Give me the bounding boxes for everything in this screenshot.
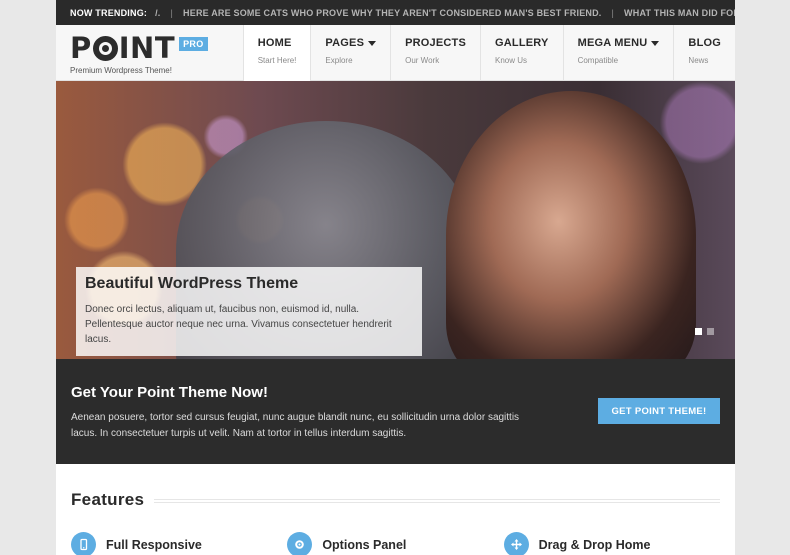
logo-wordmark[interactable]: P INT [70,34,175,63]
features-section: Features Full Responsive Options Panel D… [56,464,735,555]
heading-divider [154,499,720,503]
trending-item[interactable]: /. [155,8,160,18]
feature-label: Drag & Drop Home [538,537,651,552]
trending-separator: | [611,7,615,18]
main-nav: HOME Start Here! PAGES Explore PROJECTS … [242,25,735,81]
feature-item: Options Panel [287,532,503,555]
slider-dot[interactable] [707,328,714,335]
slider-dot-active[interactable] [695,328,702,335]
nav-item-subtitle: Compatible [577,56,619,65]
nav-item-title: PAGES [325,37,377,49]
slider-pagination [695,328,714,335]
feature-item: Drag & Drop Home [503,532,720,555]
pro-badge: PRO [179,37,208,51]
site-header: P INT PRO Premium Wordpress Theme! HOME … [56,25,735,81]
slide-text: Donec orci lectus, aliquam ut, faucibus … [85,304,392,345]
logo-letters: INT [118,31,176,65]
site-logo[interactable]: P INT PRO Premium Wordpress Theme! [70,34,208,75]
nav-item-subtitle: News [688,56,709,65]
slide-caption: Beautiful WordPress Theme Donec orci lec… [76,267,422,356]
trending-item-text[interactable]: WHAT THIS MAN DID FOR THE WOMAN HE LOVES… [624,8,735,18]
nav-item-subtitle: Our Work [405,56,440,65]
move-arrows-icon [503,532,529,555]
nav-item-title: GALLERY [495,37,549,49]
feature-label: Options Panel [322,537,407,552]
logo-letters: P [70,31,92,65]
get-theme-button[interactable]: GET POINT THEME! [598,398,720,424]
nav-item-projects[interactable]: PROJECTS Our Work [390,25,480,81]
trending-label: NOW TRENDING: [70,7,148,18]
feature-item: Full Responsive [71,532,287,555]
features-heading-row: Features [71,490,720,510]
logo-o-icon [92,36,118,61]
trending-item-text[interactable]: HERE ARE SOME CATS WHO PROVE WHY THEY AR… [183,8,601,18]
trending-item[interactable]: HERE ARE SOME CATS WHO PROVE WHY THEY AR… [183,8,601,18]
trending-separator: | [170,7,174,18]
caret-down-icon [368,40,377,46]
nav-item-gallery[interactable]: GALLERY Know Us [480,25,563,81]
nav-item-mega-menu[interactable]: MEGA MENU Compatible [562,25,674,81]
gear-icon [287,532,313,555]
nav-item-title: MEGA MENU [578,37,660,49]
features-heading: Features [71,490,145,509]
nav-item-subtitle: Explore [325,56,353,65]
slide-title: Beautiful WordPress Theme [85,275,299,292]
feature-label: Full Responsive [106,537,202,552]
nav-item-title: BLOG [688,37,721,49]
trending-bar: NOW TRENDING: /. | HERE ARE SOME CATS WH… [56,0,735,25]
hero-slider[interactable]: Beautiful WordPress Theme Donec orci lec… [56,81,735,359]
nav-item-blog[interactable]: BLOG News [673,25,735,81]
nav-item-subtitle: Start Here! [257,56,297,65]
cta-text: Aenean posuere, tortor sed cursus feugia… [71,412,520,439]
mobile-icon [71,532,96,555]
features-list: Full Responsive Options Panel Drag & Dro… [71,532,720,555]
nav-item-pages[interactable]: PAGES Explore [310,25,390,81]
nav-item-home[interactable]: HOME Start Here! [242,25,311,81]
nav-item-subtitle: Know Us [495,56,528,65]
page: NOW TRENDING: /. | HERE ARE SOME CATS WH… [56,0,735,555]
hero-photo-woman [446,91,696,359]
trending-item-text[interactable]: /. [155,8,160,18]
trending-item[interactable]: WHAT THIS MAN DID FOR THE WOMAN HE LOVES… [624,8,735,18]
cta-section: Get Your Point Theme Now! Aenean posuere… [56,359,735,464]
tagline: Premium Wordpress Theme! [70,66,172,75]
nav-item-title: HOME [257,37,292,49]
caret-down-icon [651,40,660,46]
nav-item-title: PROJECTS [405,37,467,49]
